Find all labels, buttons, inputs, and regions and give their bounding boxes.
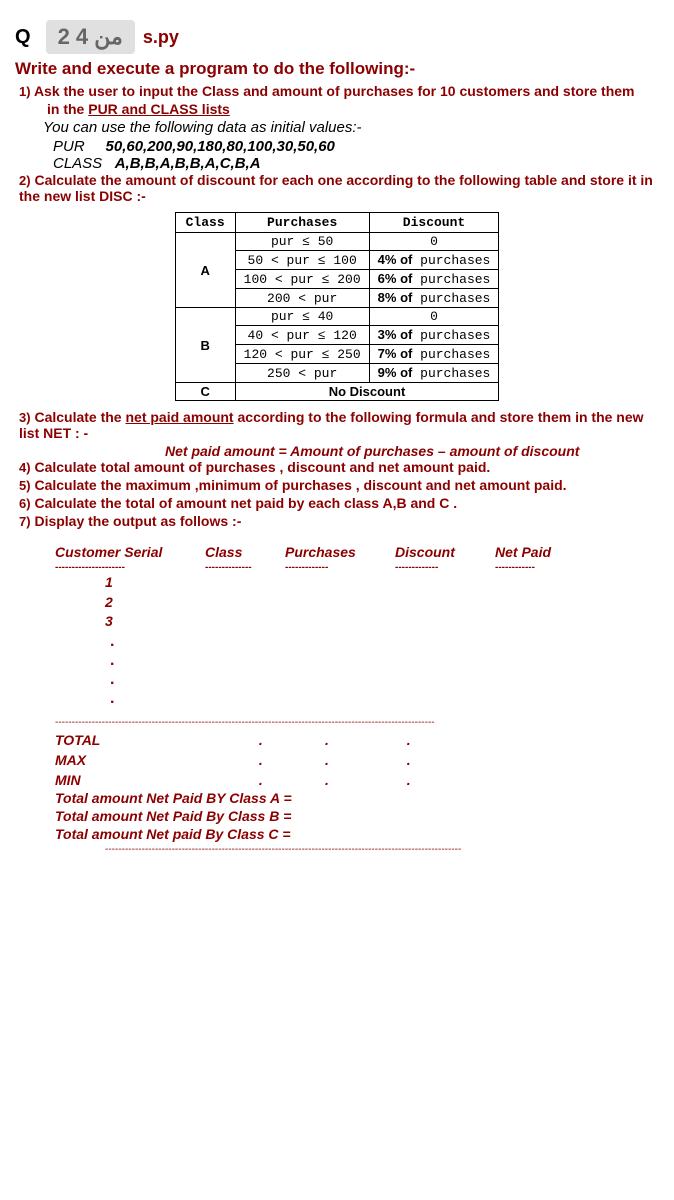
- disc-cell: 7% of purchases: [369, 345, 499, 364]
- pur-cell: 250 < pur: [235, 364, 369, 383]
- discount-table: Class Purchases Discount A pur ≤ 50 0 50…: [175, 212, 500, 401]
- total-class-c: Total amount Net paid By Class C =: [55, 826, 659, 842]
- separator: ----------------------------------------…: [55, 717, 659, 728]
- output-section: Customer Serial Class Purchases Discount…: [55, 544, 659, 855]
- dot-row: .: [110, 670, 659, 689]
- instruction-5: 5) Calculate the maximum ,minimum of pur…: [15, 477, 659, 493]
- instruction-1-sub: in the PUR and CLASS lists: [43, 101, 659, 117]
- py-label: s.py: [143, 27, 179, 48]
- serial-3: 3: [105, 612, 659, 632]
- pur-cell: pur ≤ 50: [235, 233, 369, 251]
- page-badge: 2 من 4: [46, 20, 135, 54]
- pur-cell: 200 < pur: [235, 289, 369, 308]
- max-row: MAX . . .: [55, 752, 659, 768]
- instruction-1: 1) Ask the user to input the Class and a…: [15, 83, 659, 99]
- pur-cell: 50 < pur ≤ 100: [235, 251, 369, 270]
- serial-1: 1: [105, 573, 659, 593]
- disc-cell: 6% of purchases: [369, 270, 499, 289]
- q-label: Q: [15, 26, 31, 49]
- pur-cell: 120 < pur ≤ 250: [235, 345, 369, 364]
- pur-cell: 100 < pur ≤ 200: [235, 270, 369, 289]
- bottom-separator: ----------------------------------------…: [105, 844, 659, 855]
- instruction-7: 7) Display the output as follows :-: [15, 513, 659, 529]
- main-title: Write and execute a program to do the fo…: [15, 59, 659, 79]
- disc-cell: 4% of purchases: [369, 251, 499, 270]
- serial-2: 2: [105, 593, 659, 613]
- output-header: Customer Serial Class Purchases Discount…: [55, 544, 659, 560]
- instruction-2: 2) Calculate the amount of discount for …: [15, 172, 659, 204]
- disc-cell: 9% of purchases: [369, 364, 499, 383]
- formula: Net paid amount = Amount of purchases – …: [165, 443, 659, 459]
- pur-cell: pur ≤ 40: [235, 308, 369, 326]
- class-a: A: [175, 233, 235, 308]
- total-class-b: Total amount Net Paid By Class B =: [55, 808, 659, 824]
- dot-row: .: [110, 689, 659, 708]
- dot-row: .: [110, 651, 659, 670]
- th-discount: Discount: [369, 213, 499, 233]
- dashes-row: --------------------- -------------- ---…: [55, 562, 659, 573]
- disc-cell: 0: [369, 233, 499, 251]
- min-row: MIN . . .: [55, 772, 659, 788]
- disc-cell: 8% of purchases: [369, 289, 499, 308]
- pur-data: PUR 50,60,200,90,180,80,100,30,50,60: [53, 138, 659, 155]
- dot-row: .: [110, 632, 659, 651]
- instruction-4: 4) Calculate total amount of purchases ,…: [15, 459, 659, 475]
- th-class: Class: [175, 213, 235, 233]
- total-class-a: Total amount Net Paid BY Class A =: [55, 790, 659, 806]
- th-purchases: Purchases: [235, 213, 369, 233]
- disc-cell: 0: [369, 308, 499, 326]
- class-data: CLASS A,B,B,A,B,B,A,C,B,A: [53, 155, 659, 172]
- instruction-3: 3) Calculate the net paid amount accordi…: [15, 409, 659, 441]
- pur-cell: 40 < pur ≤ 120: [235, 326, 369, 345]
- no-discount: No Discount: [235, 383, 499, 401]
- instruction-6: 6) Calculate the total of amount net pai…: [15, 495, 659, 511]
- class-c: C: [175, 383, 235, 401]
- initial-values-label: You can use the following data as initia…: [43, 119, 659, 136]
- disc-cell: 3% of purchases: [369, 326, 499, 345]
- class-b: B: [175, 308, 235, 383]
- total-row: TOTAL . . .: [55, 732, 659, 748]
